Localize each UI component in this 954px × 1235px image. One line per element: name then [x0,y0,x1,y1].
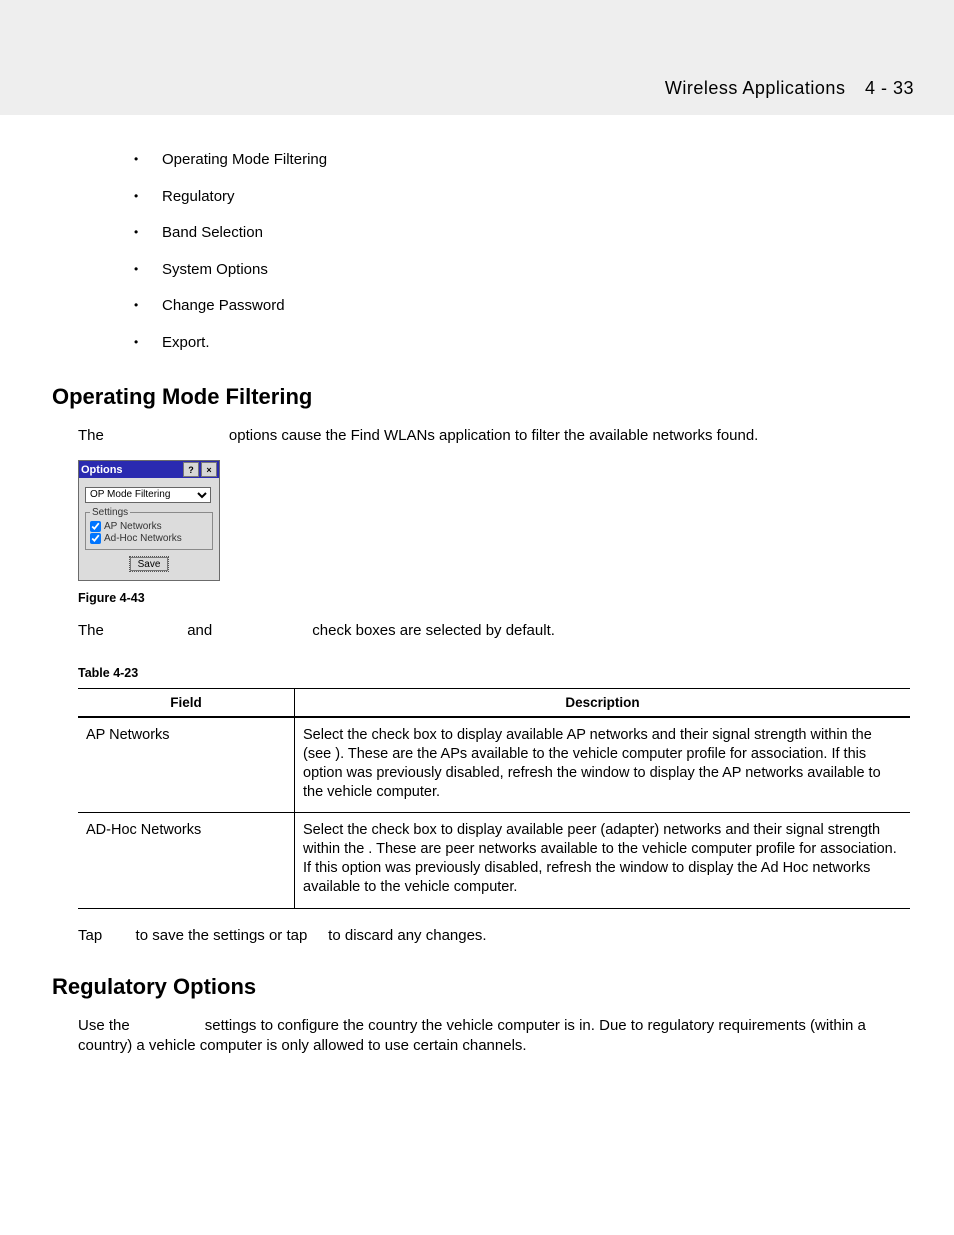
figure-caption: Figure 4-43 [78,591,910,605]
list-item: Band Selection [134,222,910,245]
section-name: Wireless Applications [665,78,846,98]
text-fragment: check boxes are selected by default. [312,622,555,639]
checkbox-label: AP Networks [104,521,162,532]
ap-networks-checkbox-row[interactable]: AP Networks [90,521,208,532]
intro-paragraph: The options cause the Find WLANs applica… [78,426,910,446]
list-item: Operating Mode Filtering [134,149,910,172]
table-row: AP Networks Select the check box to disp… [78,717,910,813]
text-fragment: The [78,622,108,639]
text-fragment: options cause the Find WLANs application… [229,427,758,444]
blank-term [311,927,324,944]
dialog-titlebar: Options ? × [79,461,219,478]
text-fragment: to discard any changes. [328,927,486,944]
col-description: Description [295,688,911,717]
list-item: Regulatory [134,186,910,209]
ap-networks-checkbox[interactable] [90,521,101,532]
cell-description: Select the check box to display availabl… [295,813,911,909]
cell-description: Select the check box to display availabl… [295,717,911,813]
regulatory-paragraph: Use the settings to configure the countr… [78,1016,910,1057]
page-reference: 4 - 33 [865,78,914,98]
list-item: Export. [134,332,910,355]
blank-term [106,927,131,944]
figure-container: Options ? × OP Mode Filtering Settings A… [78,460,910,581]
table-header-row: Field Description [78,688,910,717]
settings-fieldset: Settings AP Networks Ad-Hoc Networks [85,507,213,550]
table-row: AD-Hoc Networks Select the check box to … [78,813,910,909]
running-header: Wireless Applications 4 - 33 [665,78,914,99]
text-fragment: Use the [78,1017,134,1034]
blank-term [108,622,183,639]
default-checkboxes-paragraph: The and check boxes are selected by defa… [78,621,910,641]
op-mode-fields-table: Field Description AP Networks Select the… [78,688,910,909]
fieldset-legend: Settings [90,507,130,518]
blank-term [216,622,308,639]
list-item: System Options [134,259,910,282]
adhoc-networks-checkbox-row[interactable]: Ad-Hoc Networks [90,533,208,544]
topic-bullet-list: Operating Mode Filtering Regulatory Band… [134,149,910,354]
save-note-paragraph: Tap to save the settings or tap to disca… [78,927,910,944]
close-icon[interactable]: × [201,462,217,477]
adhoc-networks-checkbox[interactable] [90,533,101,544]
options-dialog: Options ? × OP Mode Filtering Settings A… [78,460,220,581]
save-button[interactable]: Save [129,556,170,572]
text-fragment: to save the settings or tap [136,927,312,944]
heading-regulatory-options: Regulatory Options [52,974,910,1000]
page-header-band: Wireless Applications 4 - 33 [0,0,954,115]
text-fragment: Tap [78,927,106,944]
list-item: Change Password [134,295,910,318]
blank-term [108,427,225,444]
cell-field: AP Networks [78,717,295,813]
help-icon[interactable]: ? [183,462,199,477]
blank-term [134,1017,201,1034]
text-fragment: and [187,622,216,639]
checkbox-label: Ad-Hoc Networks [104,533,182,544]
heading-operating-mode-filtering: Operating Mode Filtering [52,384,910,410]
dialog-title: Options [81,464,181,476]
cell-field: AD-Hoc Networks [78,813,295,909]
text-fragment: The [78,427,108,444]
col-field: Field [78,688,295,717]
table-caption: Table 4-23 [78,666,910,680]
mode-filtering-dropdown[interactable]: OP Mode Filtering [85,487,211,503]
